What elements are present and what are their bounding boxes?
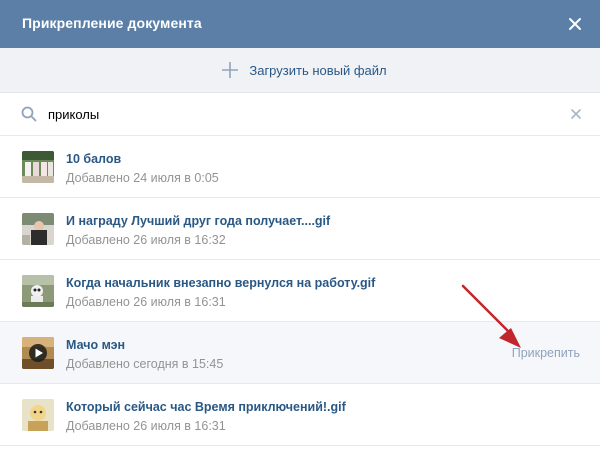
document-thumbnail [22,399,54,431]
document-thumbnail [22,151,54,183]
document-row[interactable]: Который сейчас час Время приключений!.gi… [0,384,600,446]
dialog-header: Прикрепление документа [0,0,600,48]
document-title[interactable]: И награду Лучший друг года получает....g… [66,213,330,229]
document-title[interactable]: Когда начальник внезапно вернулся на раб… [66,275,375,291]
document-thumbnail [22,213,54,245]
search-icon [21,106,37,122]
search-bar [0,93,600,136]
document-date: Добавлено 26 июля в 16:31 [66,419,226,433]
upload-label: Загрузить новый файл [249,62,387,78]
document-date: Добавлено 26 июля в 16:32 [66,233,226,247]
document-row[interactable]: Когда начальник внезапно вернулся на раб… [0,260,600,322]
document-thumbnail [22,275,54,307]
document-thumbnail [22,337,54,369]
documents-list: 10 балов Добавлено 24 июля в 0:05 И нагр… [0,136,600,446]
close-icon [569,18,581,30]
plus-icon [222,62,239,78]
clear-icon [571,109,581,119]
document-title[interactable]: Который сейчас час Время приключений!.gi… [66,399,346,415]
upload-new-file-button[interactable]: Загрузить новый файл [0,48,600,93]
document-date: Добавлено 24 июля в 0:05 [66,171,219,185]
dialog-title: Прикрепление документа [22,15,202,31]
document-row[interactable]: 10 балов Добавлено 24 июля в 0:05 [0,136,600,198]
document-row[interactable]: И награду Лучший друг года получает....g… [0,198,600,260]
document-date: Добавлено 26 июля в 16:31 [66,295,226,309]
search-clear-button[interactable] [566,104,586,124]
close-button[interactable] [560,9,590,39]
document-title[interactable]: Мачо мэн [66,337,125,353]
attach-button[interactable]: Прикрепить [512,345,580,361]
document-title[interactable]: 10 балов [66,151,121,167]
search-input[interactable] [48,103,548,125]
document-date: Добавлено сегодня в 15:45 [66,357,224,371]
document-row[interactable]: Мачо мэн Добавлено сегодня в 15:45 Прикр… [0,322,600,384]
